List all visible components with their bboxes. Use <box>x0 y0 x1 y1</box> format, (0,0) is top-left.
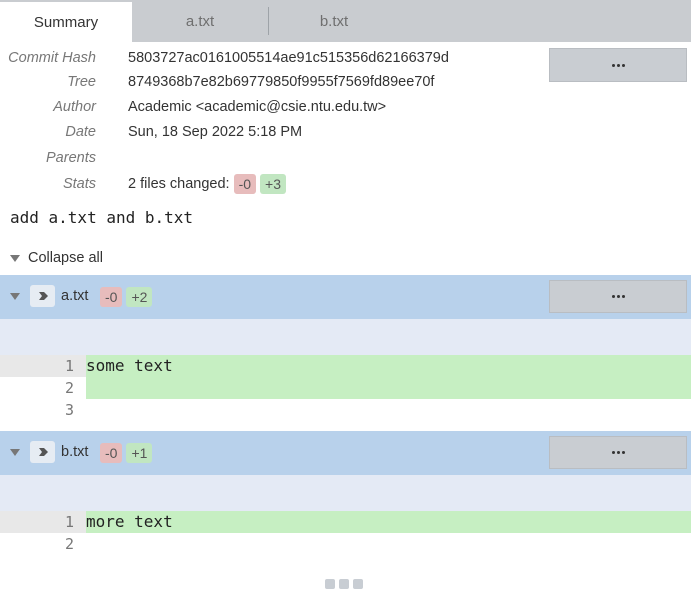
date-value: Sun, 18 Sep 2022 5:18 PM <box>128 124 303 140</box>
file-stats: -0 +1 <box>100 443 153 463</box>
author-value: Academic <academic@csie.ntu.edu.tw> <box>128 99 387 115</box>
ellipsis-icon <box>611 451 625 454</box>
collapse-all-label: Collapse all <box>28 250 103 266</box>
line-number: 1 <box>0 511 86 533</box>
ellipsis-icon <box>611 63 625 67</box>
chevron-right-icon <box>30 441 55 463</box>
file-more-button[interactable] <box>549 280 687 313</box>
file-name: b.txt <box>61 444 89 460</box>
diff-line: 2 <box>0 533 691 555</box>
diff-line: 1 some text <box>0 355 691 377</box>
diff-line: 3 <box>0 399 691 421</box>
date-label: Date <box>65 124 96 140</box>
file-stats: -0 +2 <box>100 287 153 307</box>
tree-label: Tree <box>67 74 96 90</box>
commit-message: add a.txt and b.txt <box>10 208 194 227</box>
commit-more-button[interactable] <box>549 48 687 82</box>
file-header-a-txt[interactable]: a.txt -0 +2 <box>0 275 691 319</box>
tab-summary[interactable]: Summary <box>0 0 132 42</box>
ellipsis-icon <box>611 295 625 298</box>
commit-hash-value: 5803727ac0161005514ae91c515356d62166379d <box>128 50 449 66</box>
commit-hash-label: Commit Hash <box>8 50 96 66</box>
tab-bar: Summary a.txt b.txt <box>0 0 691 42</box>
line-content <box>86 533 691 555</box>
line-content: more text <box>86 511 691 533</box>
loading-indicator <box>325 579 363 589</box>
stats-deletions-badge: -0 <box>233 174 257 194</box>
line-number: 3 <box>64 401 74 419</box>
triangle-down-icon <box>10 254 20 262</box>
stats-value: 2 files changed: -0 +3 <box>128 174 286 194</box>
line-number: 2 <box>64 379 74 397</box>
tab-b-txt[interactable]: b.txt <box>269 0 399 42</box>
line-number: 1 <box>0 355 86 377</box>
line-number: 2 <box>64 535 74 553</box>
author-label: Author <box>53 99 96 115</box>
line-content <box>86 399 691 421</box>
file-additions-badge: +1 <box>126 443 153 463</box>
hunk-separator <box>0 475 691 511</box>
parents-label: Parents <box>46 150 96 166</box>
tab-a-txt[interactable]: a.txt <box>132 0 268 42</box>
line-content <box>86 377 691 399</box>
tree-value: 8749368b7e82b69779850f9955f7569fd89ee70f <box>128 74 435 90</box>
diff-line: 2 <box>0 377 691 399</box>
file-name: a.txt <box>61 288 89 304</box>
file-header-b-txt[interactable]: b.txt -0 +1 <box>0 431 691 475</box>
file-deletions-badge: -0 <box>100 443 123 463</box>
file-additions-badge: +2 <box>126 287 153 307</box>
stats-label: Stats <box>62 176 96 192</box>
triangle-down-icon[interactable] <box>10 449 20 456</box>
file-deletions-badge: -0 <box>100 287 123 307</box>
stats-additions-badge: +3 <box>260 174 286 194</box>
triangle-down-icon[interactable] <box>10 293 20 300</box>
diff-line: 1 more text <box>0 511 691 533</box>
collapse-all-button[interactable]: Collapse all <box>10 250 103 266</box>
line-content: some text <box>86 355 691 377</box>
chevron-right-icon <box>30 285 55 307</box>
stats-text: 2 files changed: <box>128 176 230 192</box>
file-more-button[interactable] <box>549 436 687 469</box>
hunk-separator <box>0 319 691 355</box>
